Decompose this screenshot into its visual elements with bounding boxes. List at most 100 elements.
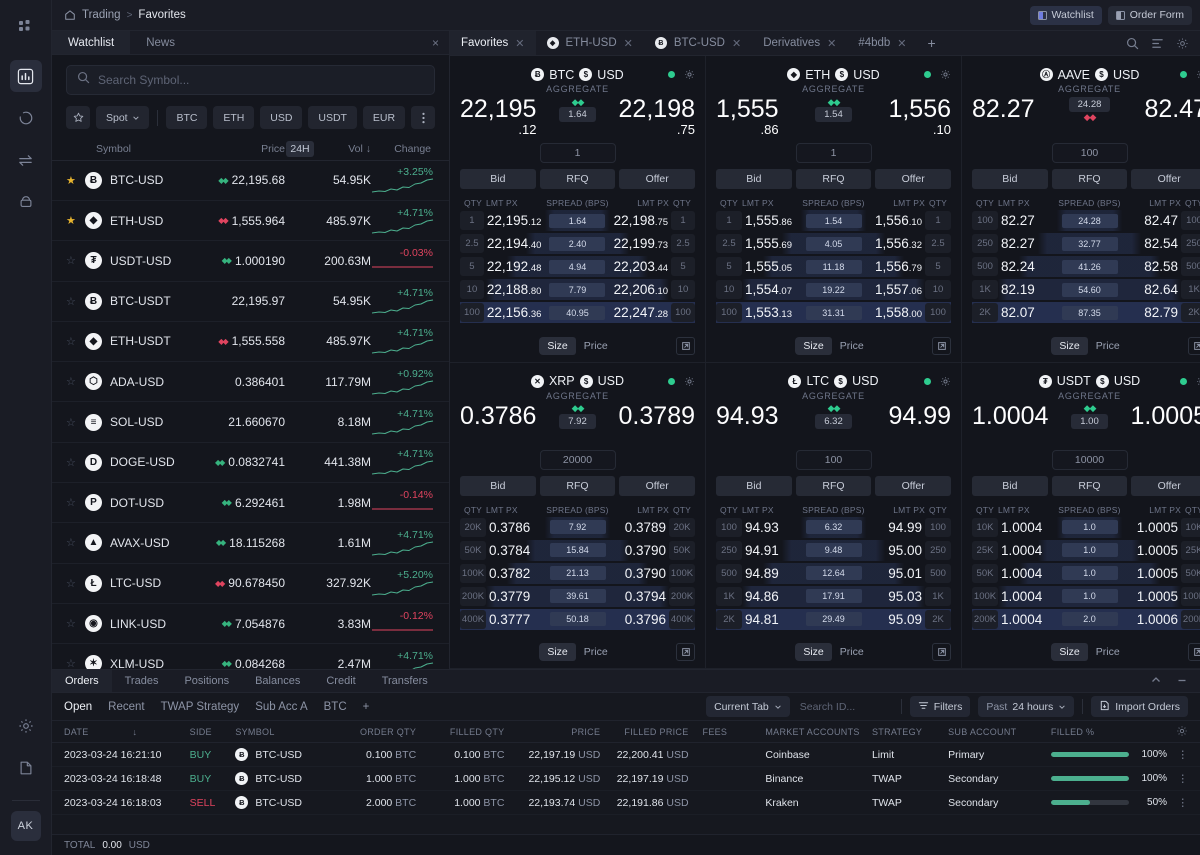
favorite-star-icon[interactable]: ☆ — [66, 617, 80, 630]
chevron-up-icon[interactable] — [1150, 674, 1162, 689]
tab-positions[interactable]: Positions — [171, 670, 242, 692]
layout-icon[interactable] — [1151, 37, 1164, 50]
ladder-bid-qty[interactable]: 1 — [460, 211, 484, 230]
tab-watchlist[interactable]: Watchlist — [52, 31, 130, 54]
bid-button[interactable]: Bid — [972, 169, 1048, 189]
ladder-bid-price[interactable]: 0.3779 — [486, 589, 542, 604]
favorite-star-icon[interactable]: ☆ — [66, 456, 80, 469]
ladder-row[interactable]: 10022,156.3640.9522,247.28100 — [460, 302, 695, 323]
close-icon[interactable]: ✕ — [732, 37, 741, 50]
home-icon[interactable] — [64, 9, 76, 21]
bid-button[interactable]: Bid — [460, 169, 536, 189]
header-filled-pct[interactable]: FILLED % — [1051, 727, 1167, 737]
ladder-row[interactable]: 200K1.00042.01.0006200K — [972, 609, 1200, 630]
card-bid-price[interactable]: 1.0004 — [972, 404, 1048, 429]
size-price-toggle[interactable]: SizePrice — [1051, 337, 1127, 355]
ladder-row[interactable]: 20K0.37867.920.378920K — [460, 517, 695, 538]
ladder-row[interactable]: 10082.2724.2882.47100 — [972, 210, 1200, 231]
gear-icon[interactable] — [1176, 37, 1189, 50]
import-orders-button[interactable]: Import Orders — [1091, 696, 1188, 717]
apps-grid-icon[interactable] — [10, 12, 42, 44]
favorite-star-icon[interactable]: ☆ — [66, 536, 80, 549]
ladder-ask-price[interactable]: 0.3790 — [614, 566, 670, 581]
ladder-bid-qty[interactable]: 50K — [460, 541, 486, 560]
offer-button[interactable]: Offer — [875, 476, 951, 496]
ladder-bid-price[interactable]: 0.3777 — [486, 612, 542, 627]
search-icon[interactable] — [1126, 37, 1139, 50]
watchlist-row[interactable]: ☆◉LINK-USD◆◆7.0548763.83M-0.12% — [52, 604, 449, 644]
ladder-ask-qty[interactable]: 2.5 — [671, 234, 695, 253]
ladder-row[interactable]: 11,555.861.541,556.101 — [716, 210, 951, 231]
header-strategy[interactable]: STRATEGY — [872, 727, 948, 737]
favorite-star-icon[interactable]: ☆ — [66, 375, 80, 388]
close-icon[interactable]: ✕ — [897, 37, 906, 50]
tab-transfers[interactable]: Transfers — [369, 670, 441, 692]
popout-icon[interactable] — [676, 643, 695, 661]
ladder-ask-qty[interactable]: 10 — [925, 280, 951, 299]
circle-dashed-icon[interactable] — [10, 102, 42, 134]
price-toggle[interactable]: Price — [1088, 337, 1128, 355]
ladder-bid-qty[interactable]: 5 — [460, 257, 484, 276]
transfer-icon[interactable] — [10, 144, 42, 176]
ladder-ask-price[interactable]: 1.0005 — [1126, 520, 1182, 535]
ladder-bid-price[interactable]: 22,194.40 — [484, 236, 545, 251]
column-volume[interactable]: Vol ↓ — [315, 143, 371, 155]
ladder-ask-qty[interactable]: 500 — [1181, 257, 1200, 276]
quote-filter-usdt[interactable]: USDT — [308, 106, 356, 129]
quote-card-usdt-usd[interactable]: ₮USDT$USDAGGREGATE1.0004◆◆1.001.00051000… — [962, 363, 1200, 670]
market-type-dropdown[interactable]: Spot — [96, 106, 149, 129]
tab-credit[interactable]: Credit — [313, 670, 368, 692]
ladder-bid-qty[interactable]: 2K — [972, 303, 998, 322]
ladder-bid-price[interactable]: 0.3784 — [486, 543, 542, 558]
ladder-ask-qty[interactable]: 2K — [1181, 303, 1200, 322]
card-qty-input[interactable]: 20000 — [540, 450, 616, 470]
ladder-row[interactable]: 50094.8912.6495.01500 — [716, 563, 951, 584]
favorite-star-icon[interactable]: ☆ — [66, 335, 80, 348]
tab-news[interactable]: News — [130, 31, 191, 54]
ladder-bid-qty[interactable]: 10 — [460, 280, 484, 299]
close-icon[interactable]: ✕ — [624, 37, 633, 50]
offer-button[interactable]: Offer — [619, 476, 695, 496]
favorite-star-icon[interactable]: ★ — [66, 174, 80, 187]
ladder-ask-qty[interactable]: 1K — [1181, 280, 1200, 299]
ladder-bid-qty[interactable]: 1K — [716, 587, 742, 606]
ladder-bid-price[interactable]: 1.0004 — [998, 520, 1054, 535]
ladder-bid-qty[interactable]: 100 — [716, 518, 742, 537]
card-qty-input[interactable]: 100 — [796, 450, 872, 470]
ladder-ask-price[interactable]: 95.03 — [870, 589, 926, 604]
scope-dropdown[interactable]: Current Tab — [706, 696, 790, 717]
card-bid-price[interactable]: 0.3786 — [460, 404, 536, 429]
ladder-bid-qty[interactable]: 2.5 — [460, 234, 484, 253]
size-toggle[interactable]: Size — [1051, 337, 1087, 355]
ladder-bid-price[interactable]: 22,156.36 — [484, 305, 545, 320]
gear-icon[interactable] — [1196, 376, 1200, 387]
ladder-row[interactable]: 1022,188.807.7922,206.1010 — [460, 279, 695, 300]
ladder-ask-qty[interactable]: 20K — [669, 518, 695, 537]
ladder-row[interactable]: 522,192.484.9422,203.445 — [460, 256, 695, 277]
order-form-toggle[interactable]: Order Form — [1108, 6, 1192, 25]
header-filled-qty[interactable]: FILLED QTY — [430, 727, 518, 737]
tab-balances[interactable]: Balances — [242, 670, 313, 692]
rfq-button[interactable]: RFQ — [540, 169, 616, 189]
gear-icon[interactable] — [940, 376, 951, 387]
header-filled-price[interactable]: FILLED PRICE — [614, 727, 702, 737]
header-market-accounts[interactable]: MARKET ACCOUNTS — [765, 727, 872, 737]
ladder-ask-price[interactable]: 22,198.75 — [611, 213, 672, 228]
ladder-bid-price[interactable]: 22,195.12 — [484, 213, 545, 228]
ladder-ask-qty[interactable]: 50K — [1181, 564, 1200, 583]
quote-filter-usd[interactable]: USD — [260, 106, 302, 129]
ladder-row[interactable]: 101,554.0719.221,557.0610 — [716, 279, 951, 300]
favorite-star-icon[interactable]: ☆ — [66, 577, 80, 590]
ladder-bid-price[interactable]: 22,188.80 — [484, 282, 545, 297]
ladder-ask-price[interactable]: 22,247.28 — [611, 305, 672, 320]
ladder-ask-qty[interactable]: 100 — [925, 303, 951, 322]
ladder-row[interactable]: 25K1.00041.01.000525K — [972, 540, 1200, 561]
ladder-ask-qty[interactable]: 5 — [925, 257, 951, 276]
quote-filter-eth[interactable]: ETH — [213, 106, 254, 129]
gear-icon[interactable] — [1196, 69, 1200, 80]
watchlist-row[interactable]: ☆PDOT-USD◆◆6.2924611.98M-0.14% — [52, 483, 449, 523]
ladder-ask-qty[interactable]: 2K — [925, 610, 951, 629]
ladder-ask-qty[interactable]: 1 — [925, 211, 951, 230]
watchlist-row[interactable]: ☆▲AVAX-USD◆◆18.1152681.61M+4.71% — [52, 523, 449, 563]
ladder-bid-price[interactable]: 1.0004 — [998, 589, 1054, 604]
